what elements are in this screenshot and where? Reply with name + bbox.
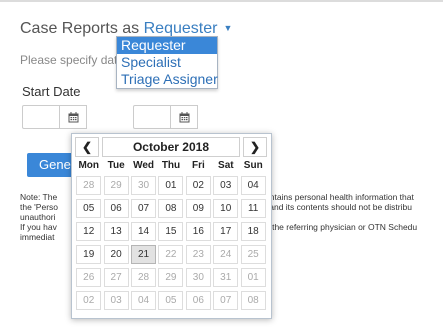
start-date-input[interactable]: [22, 105, 60, 129]
day-cell[interactable]: 05: [76, 199, 102, 218]
report-panel: Case Reports as Requester ▼ Please specif…: [0, 0, 443, 333]
day-cell[interactable]: 29: [158, 268, 184, 287]
week-row: 12 13 14 15 16 17 18: [75, 222, 267, 241]
week-row: 19 20 21 22 23 24 25: [75, 245, 267, 264]
day-cell[interactable]: 28: [76, 176, 102, 195]
day-cell[interactable]: 06: [185, 291, 211, 310]
day-cell[interactable]: 24: [213, 245, 239, 264]
day-cell[interactable]: 29: [103, 176, 129, 195]
day-cell[interactable]: 01: [240, 268, 266, 287]
day-cell[interactable]: 09: [185, 199, 211, 218]
day-cell[interactable]: 14: [131, 222, 157, 241]
day-cell[interactable]: 02: [76, 291, 102, 310]
note-line-3: unauthori: [20, 212, 56, 222]
chevron-left-icon: ❮: [81, 140, 93, 154]
weekday-label: Tue: [107, 160, 125, 171]
month-year-switch[interactable]: October 2018: [102, 137, 240, 157]
day-cell[interactable]: 04: [240, 176, 266, 195]
day-cell[interactable]: 28: [131, 268, 157, 287]
role-option-triage-assigner[interactable]: Triage Assigner: [117, 71, 218, 88]
week-row: 05 06 07 08 09 10 11: [75, 199, 267, 218]
week-row: 02 03 04 05 06 07 08: [75, 291, 267, 310]
note-line-1: Note: The: [20, 192, 58, 202]
day-cell[interactable]: 07: [131, 199, 157, 218]
role-option-requester[interactable]: Requester: [117, 37, 217, 54]
note-right-line-1: ontains personal health information that: [265, 192, 414, 202]
day-cell[interactable]: 27: [103, 268, 129, 287]
day-cell[interactable]: 07: [213, 291, 239, 310]
day-cell[interactable]: 31: [213, 268, 239, 287]
day-cell[interactable]: 23: [185, 245, 211, 264]
note-right-line-2: i and its contents should not be distrib…: [265, 202, 412, 212]
day-cell[interactable]: 05: [158, 291, 184, 310]
start-calendar-button[interactable]: [59, 105, 87, 129]
role-option-specialist[interactable]: Specialist: [117, 54, 217, 71]
day-cell-today[interactable]: 21: [131, 245, 157, 264]
role-select[interactable]: Requester: [144, 20, 218, 37]
weekday-label: Mon: [78, 160, 99, 171]
role-dropdown[interactable]: Requester Specialist Triage Assigner: [116, 36, 218, 89]
week-row: 28 29 30 01 02 03 04: [75, 176, 267, 195]
end-date-input[interactable]: [133, 105, 171, 129]
date-hint-text: Please specify dat: [20, 53, 118, 67]
day-cell[interactable]: 01: [158, 176, 184, 195]
next-month-button[interactable]: ❯: [243, 137, 267, 157]
note-line-5: immediat: [20, 232, 55, 242]
day-cell[interactable]: 08: [158, 199, 184, 218]
day-cell[interactable]: 26: [76, 268, 102, 287]
start-date-label: Start Date: [22, 84, 81, 99]
day-cell[interactable]: 30: [185, 268, 211, 287]
day-cell[interactable]: 25: [240, 245, 266, 264]
day-cell[interactable]: 15: [158, 222, 184, 241]
top-border: [0, 0, 443, 2]
note-line-4: If you hav: [20, 222, 57, 232]
day-cell[interactable]: 20: [103, 245, 129, 264]
day-cell[interactable]: 06: [103, 199, 129, 218]
day-cell[interactable]: 03: [213, 176, 239, 195]
day-cell[interactable]: 18: [240, 222, 266, 241]
weekday-label: Fri: [192, 160, 205, 171]
calendar-icon: [179, 111, 189, 122]
day-cell[interactable]: 08: [240, 291, 266, 310]
day-cell[interactable]: 12: [76, 222, 102, 241]
end-calendar-button[interactable]: [170, 105, 198, 129]
note-right-line-4: :t the referring physician or OTN Schedu: [265, 222, 418, 232]
day-cell[interactable]: 03: [103, 291, 129, 310]
weekday-header: Mon Tue Wed Thu Fri Sat Sun: [75, 160, 267, 171]
caret-down-icon[interactable]: ▼: [223, 23, 232, 33]
day-cell[interactable]: 13: [103, 222, 129, 241]
day-cell[interactable]: 16: [185, 222, 211, 241]
weekday-label: Sun: [243, 160, 263, 171]
title-prefix: Case Reports as: [20, 20, 140, 37]
weekday-label: Thu: [161, 160, 181, 171]
note-line-2: the 'Perso: [20, 202, 59, 212]
weekday-label: Sat: [218, 160, 234, 171]
day-cell[interactable]: 02: [185, 176, 211, 195]
day-cell[interactable]: 30: [131, 176, 157, 195]
day-cell[interactable]: 10: [213, 199, 239, 218]
prev-month-button[interactable]: ❮: [75, 137, 99, 157]
week-row: 26 27 28 29 30 31 01: [75, 268, 267, 287]
day-cell[interactable]: 11: [240, 199, 266, 218]
weekday-label: Wed: [133, 160, 155, 171]
chevron-right-icon: ❯: [249, 140, 261, 154]
datepicker-popup: ❮ October 2018 ❯ Mon Tue Wed Thu Fri Sat…: [71, 133, 272, 319]
day-cell[interactable]: 04: [131, 291, 157, 310]
calendar-icon: [68, 111, 78, 122]
day-cell[interactable]: 19: [76, 245, 102, 264]
day-cell[interactable]: 17: [213, 222, 239, 241]
day-cell[interactable]: 22: [158, 245, 184, 264]
